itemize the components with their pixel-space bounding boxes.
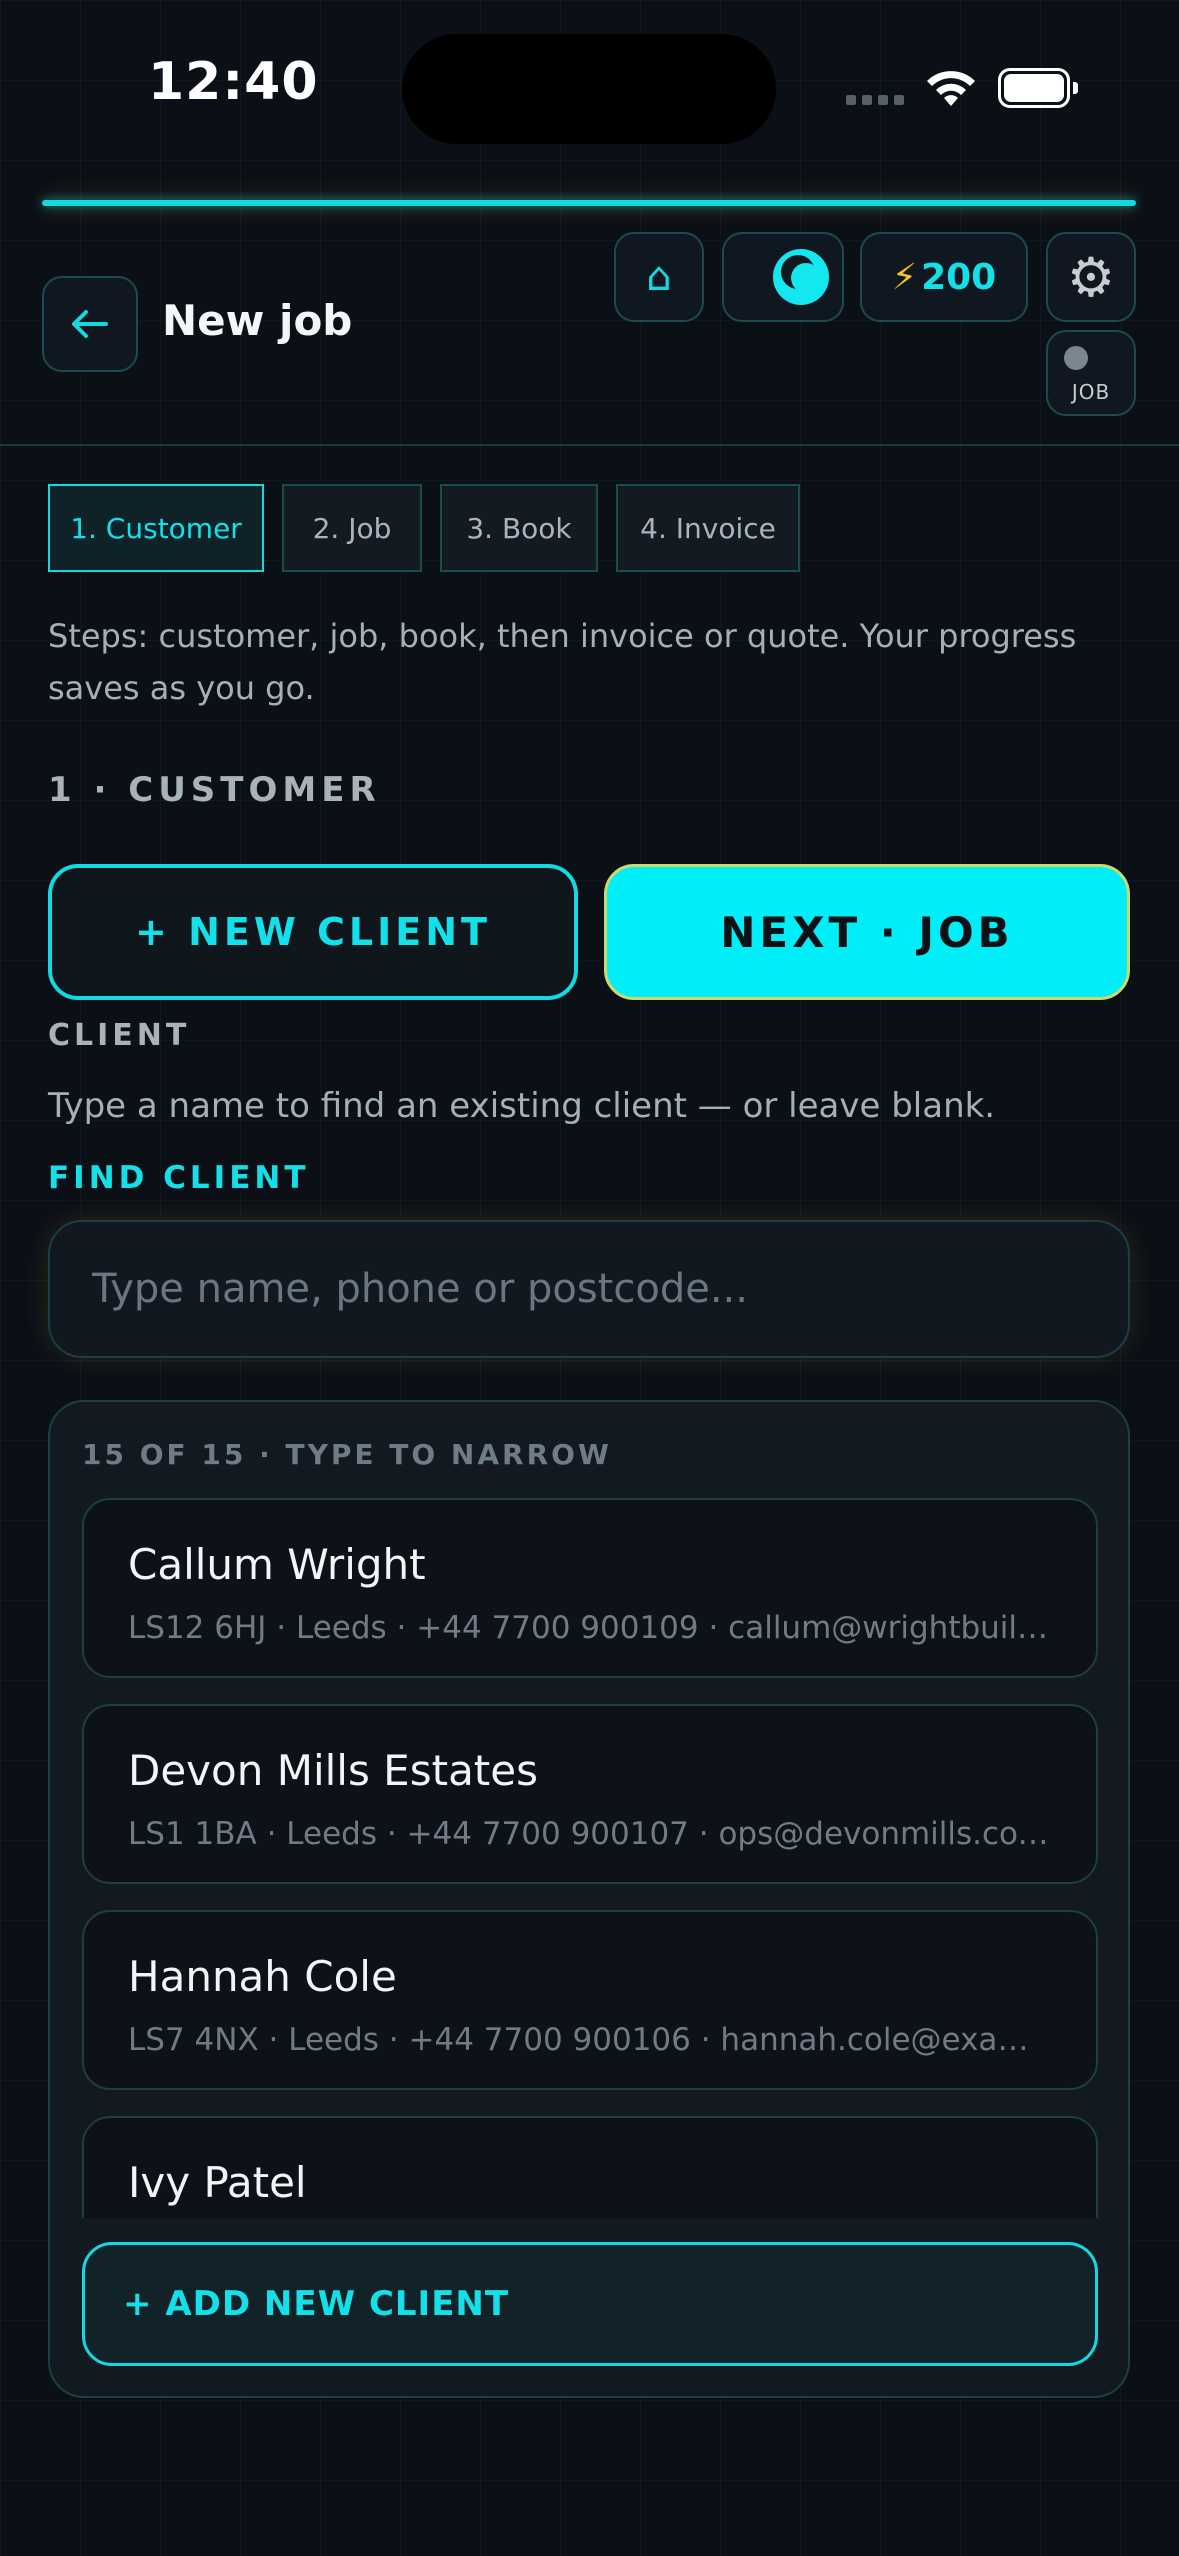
step-tab-invoice[interactable]: 4. Invoice: [616, 484, 800, 572]
client-list-item[interactable]: Hannah Cole LS7 4NX · Leeds · +44 7700 9…: [82, 1910, 1098, 2090]
header-divider: [0, 444, 1179, 446]
steps-help-text: Steps: customer, job, book, then invoice…: [48, 617, 1077, 707]
dynamic-island: [402, 34, 776, 144]
battery-icon: [998, 68, 1078, 108]
client-name: Hannah Cole: [128, 1952, 397, 2001]
status-time: 12:40: [148, 52, 319, 112]
back-button[interactable]: [42, 276, 138, 372]
home-button[interactable]: ⌂: [614, 232, 704, 322]
job-status-button[interactable]: JOB: [1046, 330, 1136, 416]
job-badge-label: JOB: [1071, 380, 1111, 404]
status-dot-icon: [1064, 346, 1088, 370]
add-new-client-button[interactable]: + ADD NEW CLIENT: [82, 2242, 1098, 2366]
find-client-input[interactable]: [48, 1220, 1130, 1358]
client-meta: LS7 4NX · Leeds · +44 7700 900106 · hann…: [128, 2022, 1058, 2058]
step-tab-customer[interactable]: 1. Customer: [48, 484, 264, 572]
page-title: New job: [162, 296, 353, 345]
client-results-panel: 15 OF 15 · TYPE TO NARROW Callum Wright …: [48, 1400, 1130, 2398]
bolt-icon: ⚡: [891, 256, 918, 298]
wifi-icon: [927, 71, 975, 106]
settings-button[interactable]: ⚙: [1046, 232, 1136, 322]
find-client-label: FIND CLIENT: [48, 1160, 310, 1196]
next-job-button[interactable]: NEXT · JOB: [604, 864, 1130, 1000]
accent-progress-line: [42, 200, 1136, 206]
home-icon: ⌂: [646, 254, 672, 300]
moon-icon: [773, 249, 829, 305]
section-title: 1 · CUSTOMER: [48, 770, 381, 810]
client-results-list[interactable]: Callum Wright LS12 6HJ · Leeds · +44 770…: [82, 1498, 1100, 2218]
status-bar: 12:40: [0, 0, 1179, 180]
client-list-item[interactable]: Callum Wright LS12 6HJ · Leeds · +44 770…: [82, 1498, 1098, 1678]
client-name: Ivy Patel: [128, 2158, 307, 2207]
client-list-item[interactable]: Ivy Patel: [82, 2116, 1098, 2218]
energy-button[interactable]: ⚡ 200: [860, 232, 1028, 322]
client-meta: LS12 6HJ · Leeds · +44 7700 900109 · cal…: [128, 1610, 1058, 1646]
client-name: Callum Wright: [128, 1540, 426, 1589]
back-arrow-icon: [72, 310, 108, 338]
new-client-button[interactable]: + NEW CLIENT: [48, 864, 578, 1000]
client-meta: LS1 1BA · Leeds · +44 7700 900107 · ops@…: [128, 1816, 1058, 1852]
client-label: CLIENT: [48, 1018, 191, 1053]
results-count: 15 OF 15 · TYPE TO NARROW: [82, 1438, 612, 1471]
signal-icon: [846, 95, 904, 105]
client-list-item[interactable]: Devon Mills Estates LS1 1BA · Leeds · +4…: [82, 1704, 1098, 1884]
energy-value: 200: [921, 256, 997, 298]
gear-icon: ⚙: [1066, 245, 1116, 309]
step-tab-book[interactable]: 3. Book: [440, 484, 598, 572]
client-name: Devon Mills Estates: [128, 1746, 538, 1795]
step-tab-job[interactable]: 2. Job: [282, 484, 422, 572]
client-help-text: Type a name to find an existing client —…: [48, 1086, 996, 1126]
theme-toggle[interactable]: [722, 232, 844, 322]
